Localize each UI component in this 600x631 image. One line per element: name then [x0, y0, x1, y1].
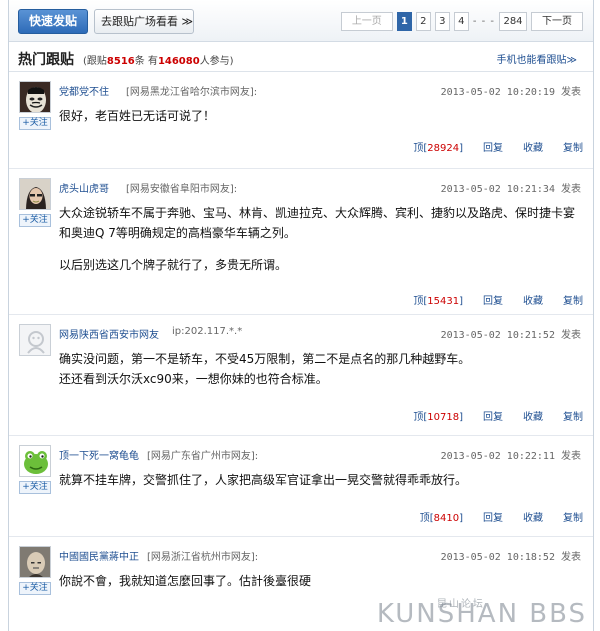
page-4-button[interactable]: 4 [453, 11, 469, 31]
default-avatar-icon[interactable] [19, 324, 51, 356]
go-to-plaza-button[interactable]: 去跟贴广场看看 ≫ [94, 9, 194, 34]
comment-location: [网易安徽省阜阳市网友]: [126, 184, 238, 195]
pagination: 上一页 1 2 3 4 - - - 284 下一页 [337, 11, 583, 31]
upvote-button[interactable]: 顶[15431] [413, 292, 463, 307]
watermark-cn: 昆山论坛 [436, 599, 485, 610]
comment-body: 很好，老百姓已无话可说了！ [59, 106, 575, 126]
comment-actions: 顶[15431] 回复 收藏 复制 [413, 292, 583, 307]
comment-actions: 顶[8410] 回复 收藏 复制 [420, 509, 583, 524]
copy-button[interactable]: 复制 [563, 408, 583, 423]
upvote-button[interactable]: 顶[10718] [413, 408, 463, 423]
reply-button[interactable]: 回复 [483, 139, 503, 154]
section-title: 热门跟贴 [18, 52, 74, 68]
comment-text-line [59, 243, 575, 255]
upvote-prefix: 顶[ [413, 296, 428, 307]
comment-username[interactable]: 党都党不住 [59, 83, 109, 98]
comment-username[interactable]: 虎头山虎哥 [59, 180, 109, 195]
upvote-suffix: ] [459, 412, 463, 423]
comment-body: 你說不會，我就知道怎麼回事了。估計後臺很硬 [59, 571, 575, 591]
mobile-view-link[interactable]: 手机也能看跟贴≫ [497, 51, 577, 66]
comment-time: 2013-05-02 10:22:11 发表 [440, 451, 581, 462]
follow-button[interactable]: +关注 [19, 481, 51, 494]
comment-body: 大众途锐轿车不属于奔驰、宝马、林肯、凯迪拉克、大众辉腾、宾利、捷豹以及路虎、保时… [59, 203, 575, 275]
collect-button[interactable]: 收藏 [523, 509, 543, 524]
upvote-prefix: 顶[ [413, 412, 428, 423]
comment-text-line: 大众途锐轿车不属于奔驰、宝马、林肯、凯迪拉克、大众辉腾、宾利、捷豹以及路虎、保时… [59, 206, 576, 220]
post-count: 8516 [106, 56, 135, 67]
comment-username[interactable]: 中國國民黨蔣中正 [59, 548, 139, 563]
green-frog-avatar-icon[interactable] [19, 445, 51, 477]
bald-portrait-avatar-icon[interactable] [19, 546, 51, 578]
upvote-count: 28924 [427, 143, 460, 154]
top-toolbar: 快速发贴 去跟贴广场看看 ≫ 上一页 1 2 3 4 - - - 284 下一页 [9, 0, 593, 42]
comment-text-line: 确实没问题，第一不是轿车，不受45万限制，第二不是点名的那几种越野车。 [59, 352, 471, 366]
prev-page-button[interactable]: 上一页 [340, 11, 393, 31]
upvote-count: 8410 [433, 513, 460, 524]
upvote-count: 15431 [427, 296, 460, 307]
comment-time: 2013-05-02 10:18:52 发表 [440, 552, 581, 563]
participant-count: 146080 [157, 56, 200, 67]
follow-button[interactable]: +关注 [19, 214, 51, 227]
comment-item: 网易陕西省西安市网友 ip:202.117.*.* 2013-05-02 10:… [9, 316, 593, 436]
comment-username[interactable]: 网易陕西省西安市网友 [59, 326, 159, 341]
next-page-button[interactable]: 下一页 [531, 11, 583, 31]
stat-mid: 条 有 [134, 56, 158, 67]
page-3-button[interactable]: 3 [434, 11, 450, 31]
page-1-button[interactable]: 1 [396, 11, 412, 31]
hot-comments-header: 热门跟贴 (跟贴8516条 有146080人参与) 手机也能看跟贴≫ [9, 42, 593, 72]
comment-body: 就算不挂车牌，交警抓住了，人家把高级军官证拿出一晃交警就得乖乖放行。 [59, 470, 575, 490]
mask-avatar-icon[interactable] [19, 81, 51, 113]
stat-prefix: (跟贴 [83, 56, 107, 67]
comment-time: 2013-05-02 10:21:52 发表 [440, 330, 581, 341]
last-page-button[interactable]: 284 [499, 11, 527, 31]
forum-watermark: 昆山论坛 KUNSHAN BBS [377, 599, 587, 629]
comment-time: 2013-05-02 10:21:34 发表 [440, 184, 581, 195]
stat-suffix: 人参与) [199, 56, 234, 67]
comment-time: 2013-05-02 10:20:19 发表 [440, 87, 581, 98]
upvote-suffix: ] [459, 143, 463, 154]
comment-text-line: 还还看到沃尔沃xc90来，一想你妹的也符合标准。 [59, 372, 328, 386]
comment-page: 快速发贴 去跟贴广场看看 ≫ 上一页 1 2 3 4 - - - 284 下一页… [8, 0, 594, 631]
comment-text-line: 很好，老百姓已无话可说了！ [59, 109, 216, 123]
reply-button[interactable]: 回复 [483, 292, 503, 307]
upvote-button[interactable]: 顶[8410] [420, 509, 463, 524]
comment-item: +关注 党都党不住 [网易黑龙江省哈尔滨市网友]: 2013-05-02 10:… [9, 73, 593, 169]
upvote-suffix: ] [459, 296, 463, 307]
upvote-count: 10718 [427, 412, 460, 423]
comment-text-line: 和奥迪Q 7等明确规定的高档豪华车辆之列。 [59, 226, 296, 240]
comment-actions: 顶[28924] 回复 收藏 复制 [413, 139, 583, 154]
comment-text-line: 以后别选这几个牌子就行了，多贵无所谓。 [59, 258, 288, 272]
copy-button[interactable]: 复制 [563, 509, 583, 524]
collect-button[interactable]: 收藏 [523, 408, 543, 423]
upvote-prefix: 顶[ [413, 143, 428, 154]
quick-post-button[interactable]: 快速发贴 [18, 9, 88, 34]
upvote-prefix: 顶[ [419, 513, 434, 524]
upvote-suffix: ] [459, 513, 463, 524]
comment-location: [网易黑龙江省哈尔滨市网友]: [126, 87, 258, 98]
comment-item: +关注 虎头山虎哥 [网易安徽省阜阳市网友]: 2013-05-02 10:21… [9, 170, 593, 315]
comment-text-line: 就算不挂车牌，交警抓住了，人家把高级军官证拿出一晃交警就得乖乖放行。 [59, 473, 468, 487]
upvote-button[interactable]: 顶[28924] [413, 139, 463, 154]
copy-button[interactable]: 复制 [563, 139, 583, 154]
portrait-avatar-icon[interactable] [19, 178, 51, 210]
reply-button[interactable]: 回复 [483, 408, 503, 423]
follow-button[interactable]: +关注 [19, 117, 51, 130]
comment-location: [网易浙江省杭州市网友]: [147, 552, 259, 563]
copy-button[interactable]: 复制 [563, 292, 583, 307]
comment-text-line: 你說不會，我就知道怎麼回事了。估計後臺很硬 [59, 574, 312, 588]
collect-button[interactable]: 收藏 [523, 139, 543, 154]
comment-item: +关注 顶一下死一窝龟龟 [网易广东省广州市网友]: 2013-05-02 10… [9, 437, 593, 537]
comment-actions: 顶[10718] 回复 收藏 复制 [413, 408, 583, 423]
reply-button[interactable]: 回复 [483, 509, 503, 524]
follow-button[interactable]: +关注 [19, 582, 51, 595]
collect-button[interactable]: 收藏 [523, 292, 543, 307]
comment-username[interactable]: 顶一下死一窝龟龟 [59, 447, 139, 462]
page-2-button[interactable]: 2 [415, 11, 431, 31]
comment-ip: ip:202.117.*.* [172, 326, 243, 337]
comment-stats: (跟贴8516条 有146080人参与) [83, 52, 234, 67]
comment-location: [网易广东省广州市网友]: [147, 451, 259, 462]
pagination-ellipsis: - - - [472, 15, 495, 27]
comment-body: 确实没问题，第一不是轿车，不受45万限制，第二不是点名的那几种越野车。 还还看到… [59, 349, 575, 389]
